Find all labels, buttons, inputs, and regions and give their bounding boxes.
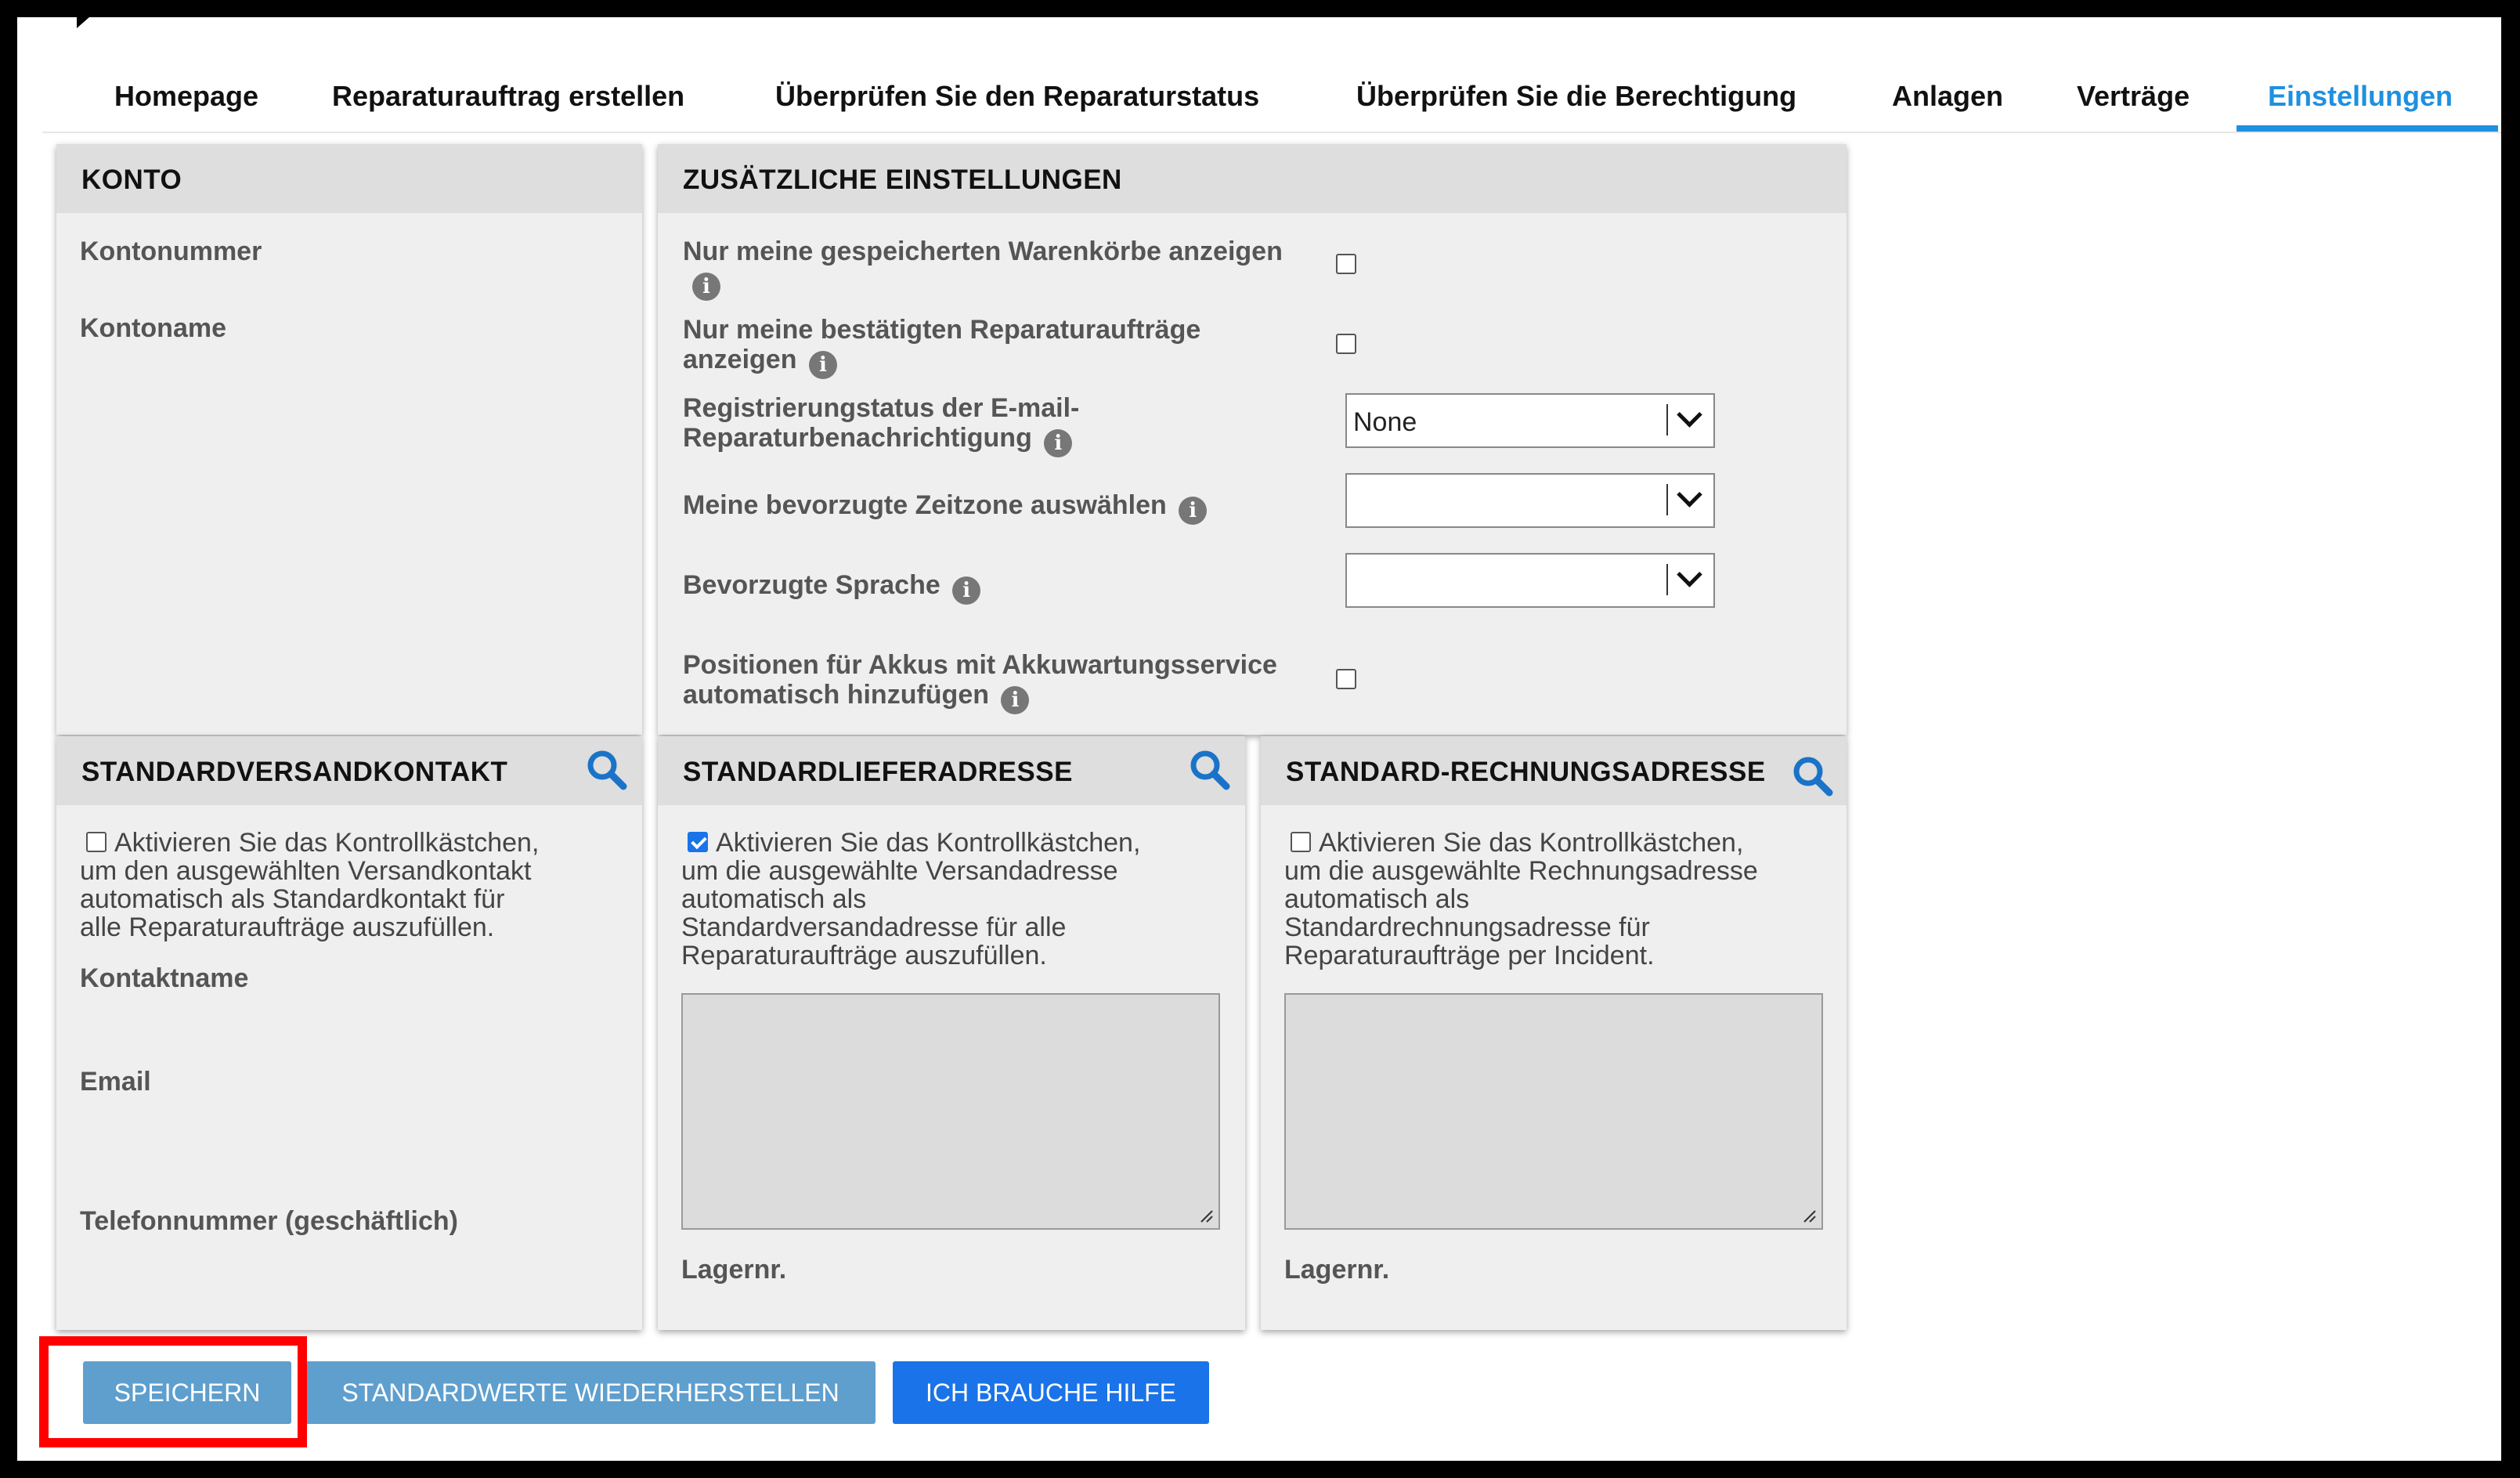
chevron-down-icon[interactable] (1677, 562, 1702, 587)
restore-defaults-button[interactable]: STANDARDWERTE WIEDERHERSTELLEN (305, 1361, 876, 1424)
desc-line: Reparaturaufträge auszufüllen. (681, 941, 1047, 970)
desc-line: Reparaturaufträge per Incident. (1284, 941, 1655, 970)
corner-mark (77, 17, 89, 28)
info-icon[interactable]: i (1179, 497, 1208, 525)
nav-eligibility[interactable]: Überprüfen Sie die Berechtigung (1356, 80, 1796, 113)
desc-line: automatisch als Standardkontakt für (80, 884, 505, 914)
email-status-text-2: Reparaturbenachrichtigung (683, 423, 1032, 453)
info-icon[interactable]: i (1044, 429, 1073, 457)
email-status-label: Registrierungstatus der E-mail- Reparatu… (683, 393, 1309, 457)
timezone-label: Meine bevorzugte Zeitzone auswählen i (683, 490, 1309, 525)
phone-label: Telefonnummer (geschäftlich) (80, 1206, 458, 1236)
battery-label: Positionen für Akkus mit Akkuwartungsser… (683, 650, 1325, 714)
nav-contracts[interactable]: Verträge (2077, 80, 2190, 113)
nav-homepage[interactable]: Homepage (114, 80, 258, 113)
top-nav: Homepage Reparaturauftrag erstellen Über… (42, 45, 2501, 133)
billing-address-panel: STANDARD-RECHNUNGSADRESSE Aktivieren Sie… (1261, 736, 1847, 1330)
confirmed-repairs-label: Nur meine bestätigten Reparaturaufträge … (683, 315, 1309, 379)
desc-line: Standardrechnungsadresse für (1284, 912, 1650, 942)
delivery-lagernr-label: Lagernr. (681, 1255, 787, 1285)
info-icon[interactable]: i (1001, 686, 1030, 714)
additional-settings-header: ZUSÄTZLICHE EINSTELLUNGEN (658, 144, 1847, 213)
billing-address-title: STANDARD-RECHNUNGSADRESSE (1286, 757, 1766, 787)
info-icon[interactable]: i (808, 351, 837, 379)
saved-carts-checkbox[interactable] (1336, 254, 1356, 274)
billing-lagernr-label: Lagernr. (1284, 1255, 1390, 1285)
resize-grip-icon[interactable] (1801, 1208, 1817, 1223)
select-separator (1666, 404, 1668, 435)
shipping-contact-title: STANDARDVERSANDKONTAKT (81, 757, 508, 787)
info-icon[interactable]: i (952, 576, 981, 605)
active-tab-underline (2237, 125, 2498, 132)
shipping-contact-panel: STANDARDVERSANDKONTAKT Aktivieren Sie da… (56, 736, 642, 1330)
confirmed-repairs-checkbox[interactable] (1336, 334, 1356, 354)
delivery-address-textarea[interactable] (681, 993, 1220, 1230)
language-select[interactable] (1345, 553, 1715, 608)
email-status-value: None (1353, 407, 1417, 437)
save-highlight-box (39, 1336, 307, 1447)
kontonummer-label: Kontonummer (80, 237, 262, 266)
billing-address-desc: Aktivieren Sie das Kontrollkästchen, um … (1284, 829, 1832, 970)
nav-repair-status[interactable]: Überprüfen Sie den Reparaturstatus (775, 80, 1259, 113)
desc-line: automatisch als (681, 884, 867, 914)
saved-carts-label: Nur meine gespeicherten Warenkörbe anzei… (683, 237, 1309, 301)
email-status-select[interactable]: None (1345, 393, 1715, 448)
confirmed-repairs-text-2: anzeigen (683, 345, 797, 374)
email-label: Email (80, 1067, 151, 1097)
search-icon[interactable] (1187, 747, 1231, 791)
battery-text-2: automatisch hinzufügen (683, 680, 989, 710)
battery-text-1: Positionen für Akkus mit Akkuwartungsser… (683, 650, 1277, 680)
shipping-contact-header: STANDARDVERSANDKONTAKT (56, 736, 642, 805)
kontoname-label: Kontoname (80, 313, 226, 343)
billing-address-header: STANDARD-RECHNUNGSADRESSE (1261, 736, 1847, 805)
desc-line: um die ausgewählte Versandadresse (681, 856, 1118, 886)
info-icon[interactable]: i (692, 273, 720, 301)
delivery-address-desc: Aktivieren Sie das Kontrollkästchen, um … (681, 829, 1229, 970)
konto-title: KONTO (81, 164, 182, 195)
shipping-contact-desc: Aktivieren Sie das Kontrollkästchen, um … (80, 829, 628, 941)
timezone-select[interactable] (1345, 473, 1715, 528)
desc-line: Standardversandadresse für alle (681, 912, 1067, 942)
desc-line: um die ausgewählte Rechnungsadresse (1284, 856, 1758, 886)
desc-line: Aktivieren Sie das Kontrollkästchen, (1319, 828, 1744, 858)
desc-line: Aktivieren Sie das Kontrollkästchen, (716, 828, 1141, 858)
app-frame: Homepage Reparaturauftrag erstellen Über… (17, 17, 2501, 1461)
billing-address-textarea[interactable] (1284, 993, 1823, 1230)
select-separator (1666, 484, 1668, 515)
select-separator (1666, 564, 1668, 595)
resize-grip-icon[interactable] (1198, 1208, 1214, 1223)
desc-line: automatisch als (1284, 884, 1470, 914)
battery-checkbox[interactable] (1336, 669, 1356, 689)
search-icon[interactable] (584, 747, 628, 791)
contact-name-label: Kontaktname (80, 963, 249, 993)
help-button[interactable]: ICH BRAUCHE HILFE (893, 1361, 1209, 1424)
chevron-down-icon[interactable] (1677, 402, 1702, 428)
nav-assets[interactable]: Anlagen (1892, 80, 2003, 113)
konto-panel: KONTO Kontonummer Kontoname (56, 144, 642, 735)
search-icon[interactable] (1790, 753, 1834, 797)
chevron-down-icon[interactable] (1677, 482, 1702, 508)
timezone-text: Meine bevorzugte Zeitzone auswählen (683, 490, 1167, 520)
additional-settings-title: ZUSÄTZLICHE EINSTELLUNGEN (683, 164, 1122, 195)
konto-panel-header: KONTO (56, 144, 642, 213)
desc-line: Aktivieren Sie das Kontrollkästchen, (114, 828, 540, 858)
nav-settings[interactable]: Einstellungen (2268, 80, 2453, 113)
additional-settings-panel: ZUSÄTZLICHE EINSTELLUNGEN Nur meine gesp… (658, 144, 1847, 735)
nav-create-repair[interactable]: Reparaturauftrag erstellen (332, 80, 684, 113)
saved-carts-text: Nur meine gespeicherten Warenkörbe anzei… (683, 237, 1283, 266)
confirmed-repairs-text-1: Nur meine bestätigten Reparaturaufträge (683, 315, 1201, 345)
desc-line: um den ausgewählten Versandkontakt (80, 856, 532, 886)
language-label: Bevorzugte Sprache i (683, 570, 1309, 605)
language-text: Bevorzugte Sprache (683, 570, 940, 600)
delivery-address-title: STANDARDLIEFERADRESSE (683, 757, 1073, 787)
delivery-address-header: STANDARDLIEFERADRESSE (658, 736, 1245, 805)
desc-line: alle Reparaturaufträge auszufüllen. (80, 912, 495, 942)
email-status-text-1: Registrierungstatus der E-mail- (683, 393, 1080, 423)
delivery-address-panel: STANDARDLIEFERADRESSE Aktivieren Sie das… (658, 736, 1245, 1330)
